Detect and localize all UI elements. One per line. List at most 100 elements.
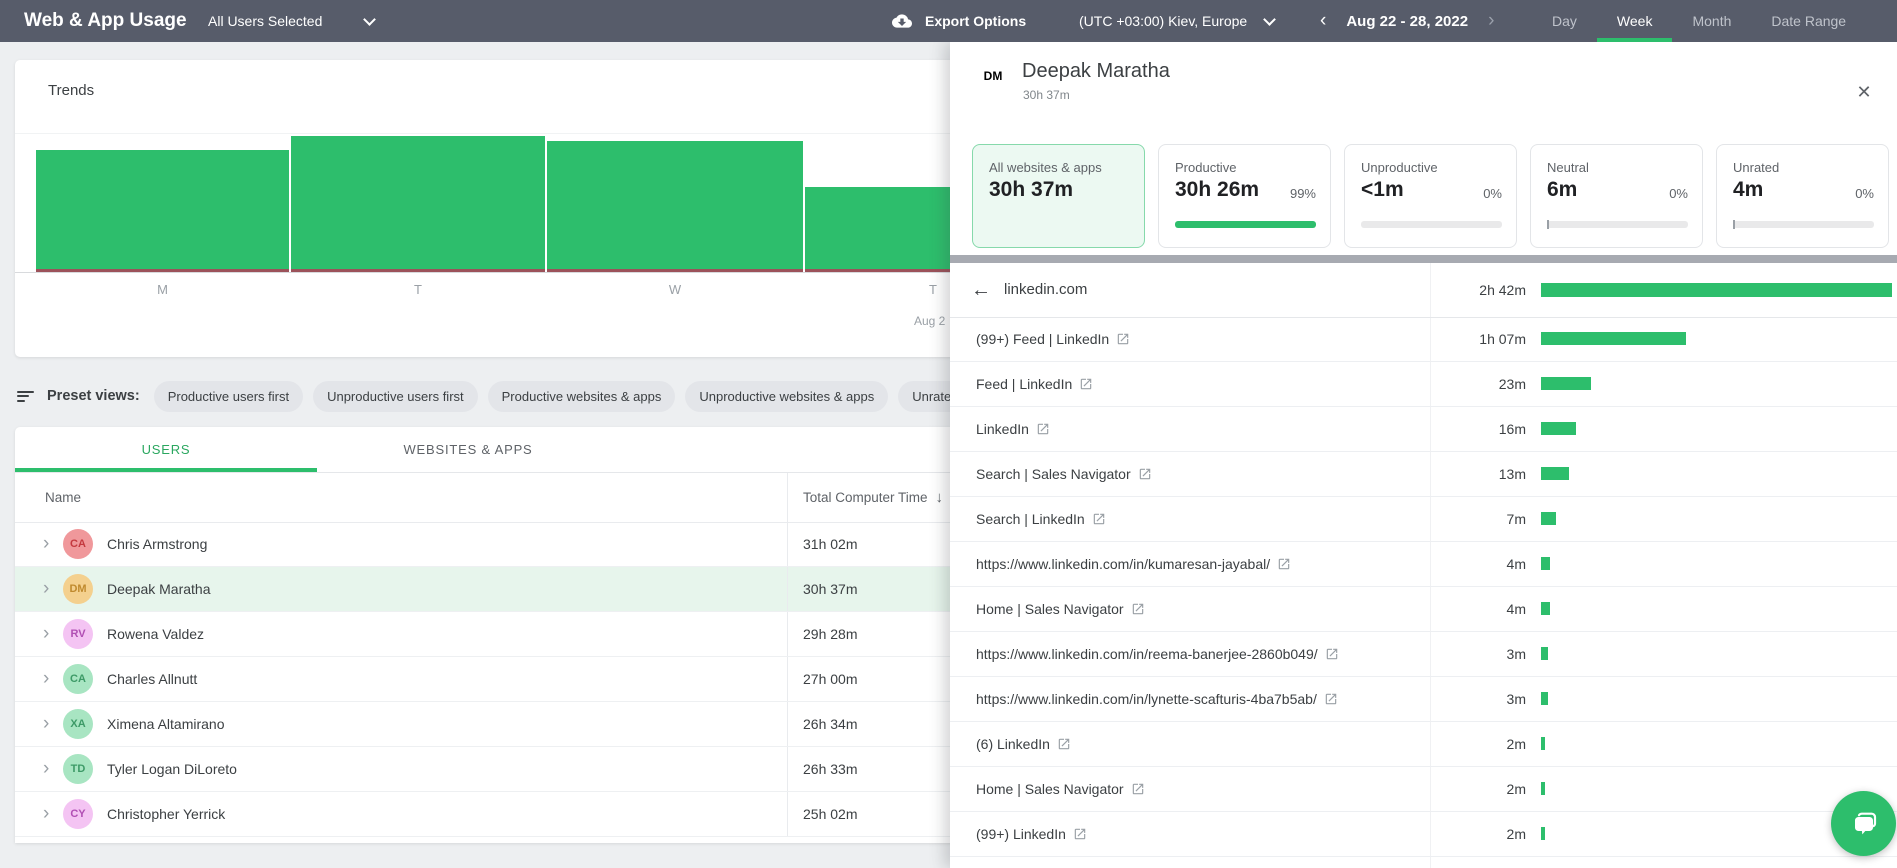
- stat-value: 6m: [1547, 178, 1578, 201]
- preset-chip-productive-websites-apps[interactable]: Productive websites & apps: [487, 380, 676, 412]
- trend-bar[interactable]: [547, 141, 803, 272]
- page-link[interactable]: Search | Sales Navigator: [976, 452, 1152, 496]
- detail-row[interactable]: https://www.linkedin.com/in/lynette-scaf…: [950, 677, 1897, 722]
- topbar-tab-date-range[interactable]: Date Range: [1751, 0, 1866, 42]
- time-bar: [1541, 332, 1686, 345]
- stat-card-neutral[interactable]: Neutral 6m 0%: [1530, 144, 1703, 248]
- page-title: Search | Sales Navigator: [976, 466, 1131, 482]
- page-link[interactable]: (6) LinkedIn: [976, 722, 1071, 766]
- date-range-value[interactable]: Aug 22 - 28, 2022: [1346, 13, 1468, 30]
- row-expand-chevron-icon[interactable]: ›: [43, 567, 49, 611]
- external-link-icon: [1037, 423, 1049, 435]
- stat-label: Productive: [1175, 160, 1237, 175]
- timezone-value: (UTC +03:00) Kiev, Europe: [1079, 13, 1248, 29]
- progress-bar: [1733, 220, 1874, 229]
- time-bar: [1541, 827, 1545, 840]
- progress-bar: [1175, 221, 1316, 228]
- detail-domain: linkedin.com: [1004, 281, 1088, 298]
- row-expand-chevron-icon[interactable]: ›: [43, 612, 49, 656]
- preset-views-row: Preset views: Productive users first Unpr…: [17, 378, 1050, 414]
- stat-card-unrated[interactable]: Unrated 4m 0%: [1716, 144, 1889, 248]
- page-link[interactable]: https://www.linkedin.com/in/lynette-scaf…: [976, 677, 1338, 721]
- detail-row[interactable]: (99+) LinkedIn 2m: [950, 812, 1897, 857]
- detail-row[interactable]: Home | Sales Navigator 4m: [950, 587, 1897, 632]
- page-link[interactable]: Home | Sales Navigator: [976, 767, 1145, 811]
- page-link[interactable]: LinkedIn: [976, 407, 1050, 451]
- row-expand-chevron-icon[interactable]: ›: [43, 702, 49, 746]
- topbar-tab-week[interactable]: Week: [1596, 0, 1673, 42]
- close-icon[interactable]: ✕: [1848, 76, 1880, 108]
- page-link[interactable]: https://www.linkedin.com/company/growbyt…: [976, 857, 1279, 868]
- detail-row[interactable]: https://www.linkedin.com/in/kumaresan-ja…: [950, 542, 1897, 587]
- time-bar: [1541, 422, 1576, 435]
- external-link-icon: [1132, 783, 1143, 795]
- page-link[interactable]: (99+) LinkedIn: [976, 812, 1087, 856]
- panel-scroll-divider[interactable]: [950, 255, 1897, 263]
- stat-card-all-websites-apps[interactable]: All websites & apps 30h 37m: [972, 144, 1145, 248]
- chevron-down-icon: [1263, 13, 1277, 26]
- page-link[interactable]: Home | Sales Navigator: [976, 587, 1145, 631]
- tab-websites-apps[interactable]: WEBSITES & APPS: [317, 427, 619, 472]
- stat-percent: 99%: [1289, 186, 1316, 201]
- page-title: (99+) Feed | LinkedIn: [976, 331, 1110, 347]
- cloud-download-icon: [892, 14, 912, 28]
- user-filter-dropdown[interactable]: All Users Selected: [208, 0, 376, 42]
- progress-bar: [1547, 220, 1688, 229]
- row-expand-chevron-icon[interactable]: ›: [43, 792, 49, 836]
- page-title: Web & App Usage: [24, 10, 187, 31]
- page-time: 23m: [1498, 376, 1526, 392]
- time-bar: [1541, 283, 1892, 297]
- time-bar: [1541, 647, 1548, 660]
- export-options-button[interactable]: Export Options: [891, 0, 1026, 42]
- page-link[interactable]: Feed | LinkedIn: [976, 362, 1093, 406]
- page-time: 13m: [1498, 466, 1526, 482]
- prev-period-arrow-icon[interactable]: ‹: [1316, 0, 1330, 42]
- user-name: Ximena Altamirano: [107, 716, 225, 732]
- trend-bar[interactable]: [291, 136, 545, 272]
- page-link[interactable]: (99+) Feed | LinkedIn: [976, 317, 1130, 361]
- row-expand-chevron-icon[interactable]: ›: [43, 522, 49, 566]
- detail-row[interactable]: Home | Sales Navigator 2m: [950, 767, 1897, 812]
- detail-row[interactable]: Search | LinkedIn 7m: [950, 497, 1897, 542]
- time-bar: [1541, 737, 1545, 750]
- column-name: Name: [45, 490, 82, 505]
- detail-row[interactable]: https://www.linkedin.com/in/reema-banerj…: [950, 632, 1897, 677]
- detail-row[interactable]: Search | Sales Navigator 13m: [950, 452, 1897, 497]
- topbar-tab-month[interactable]: Month: [1672, 0, 1751, 42]
- page-link[interactable]: https://www.linkedin.com/in/kumaresan-ja…: [976, 542, 1291, 586]
- axis-label: M: [157, 282, 168, 297]
- preset-chip-productive-users-first[interactable]: Productive users first: [153, 380, 304, 412]
- external-link-icon: [1325, 693, 1337, 705]
- detail-total-time: 2h 42m: [1479, 282, 1526, 298]
- row-expand-chevron-icon[interactable]: ›: [43, 657, 49, 701]
- detail-row[interactable]: https://www.linkedin.com/company/growbyt…: [950, 857, 1897, 868]
- timezone-dropdown[interactable]: (UTC +03:00) Kiev, Europe: [1079, 0, 1277, 42]
- detail-row[interactable]: (99+) Feed | LinkedIn 1h 07m: [950, 317, 1897, 362]
- sort-descending-icon[interactable]: ↓: [936, 489, 944, 506]
- progress-tick: [1733, 220, 1735, 229]
- external-link-icon: [1132, 603, 1143, 615]
- stat-card-unproductive[interactable]: Unproductive <1m 0%: [1344, 144, 1517, 248]
- page-link[interactable]: https://www.linkedin.com/in/reema-banerj…: [976, 632, 1339, 676]
- topbar-tab-day[interactable]: Day: [1532, 0, 1597, 42]
- stat-card-productive[interactable]: Productive 30h 26m 99%: [1158, 144, 1331, 248]
- trend-bar[interactable]: [36, 150, 289, 272]
- back-arrow-icon[interactable]: ←: [971, 263, 991, 317]
- preset-chip-unproductive-users-first[interactable]: Unproductive users first: [313, 380, 478, 412]
- next-period-arrow-icon[interactable]: ›: [1484, 0, 1498, 42]
- row-expand-chevron-icon[interactable]: ›: [43, 747, 49, 791]
- page-time: 2m: [1506, 826, 1526, 842]
- page-link[interactable]: Search | LinkedIn: [976, 497, 1106, 541]
- page-time: 3m: [1506, 646, 1526, 662]
- page-time: 16m: [1498, 421, 1526, 437]
- tab-users[interactable]: USERS: [15, 427, 317, 472]
- user-name: Deepak Maratha: [107, 581, 211, 597]
- detail-row[interactable]: LinkedIn 16m: [950, 407, 1897, 452]
- preset-chip-unproductive-websites-apps[interactable]: Unproductive websites & apps: [685, 380, 889, 412]
- stat-value: <1m: [1361, 178, 1404, 201]
- chat-widget-button[interactable]: [1831, 791, 1896, 856]
- export-options-label: Export Options: [925, 13, 1027, 29]
- detail-row[interactable]: Feed | LinkedIn 23m: [950, 362, 1897, 407]
- user-name: Christopher Yerrick: [107, 806, 226, 822]
- detail-row[interactable]: (6) LinkedIn 2m: [950, 722, 1897, 767]
